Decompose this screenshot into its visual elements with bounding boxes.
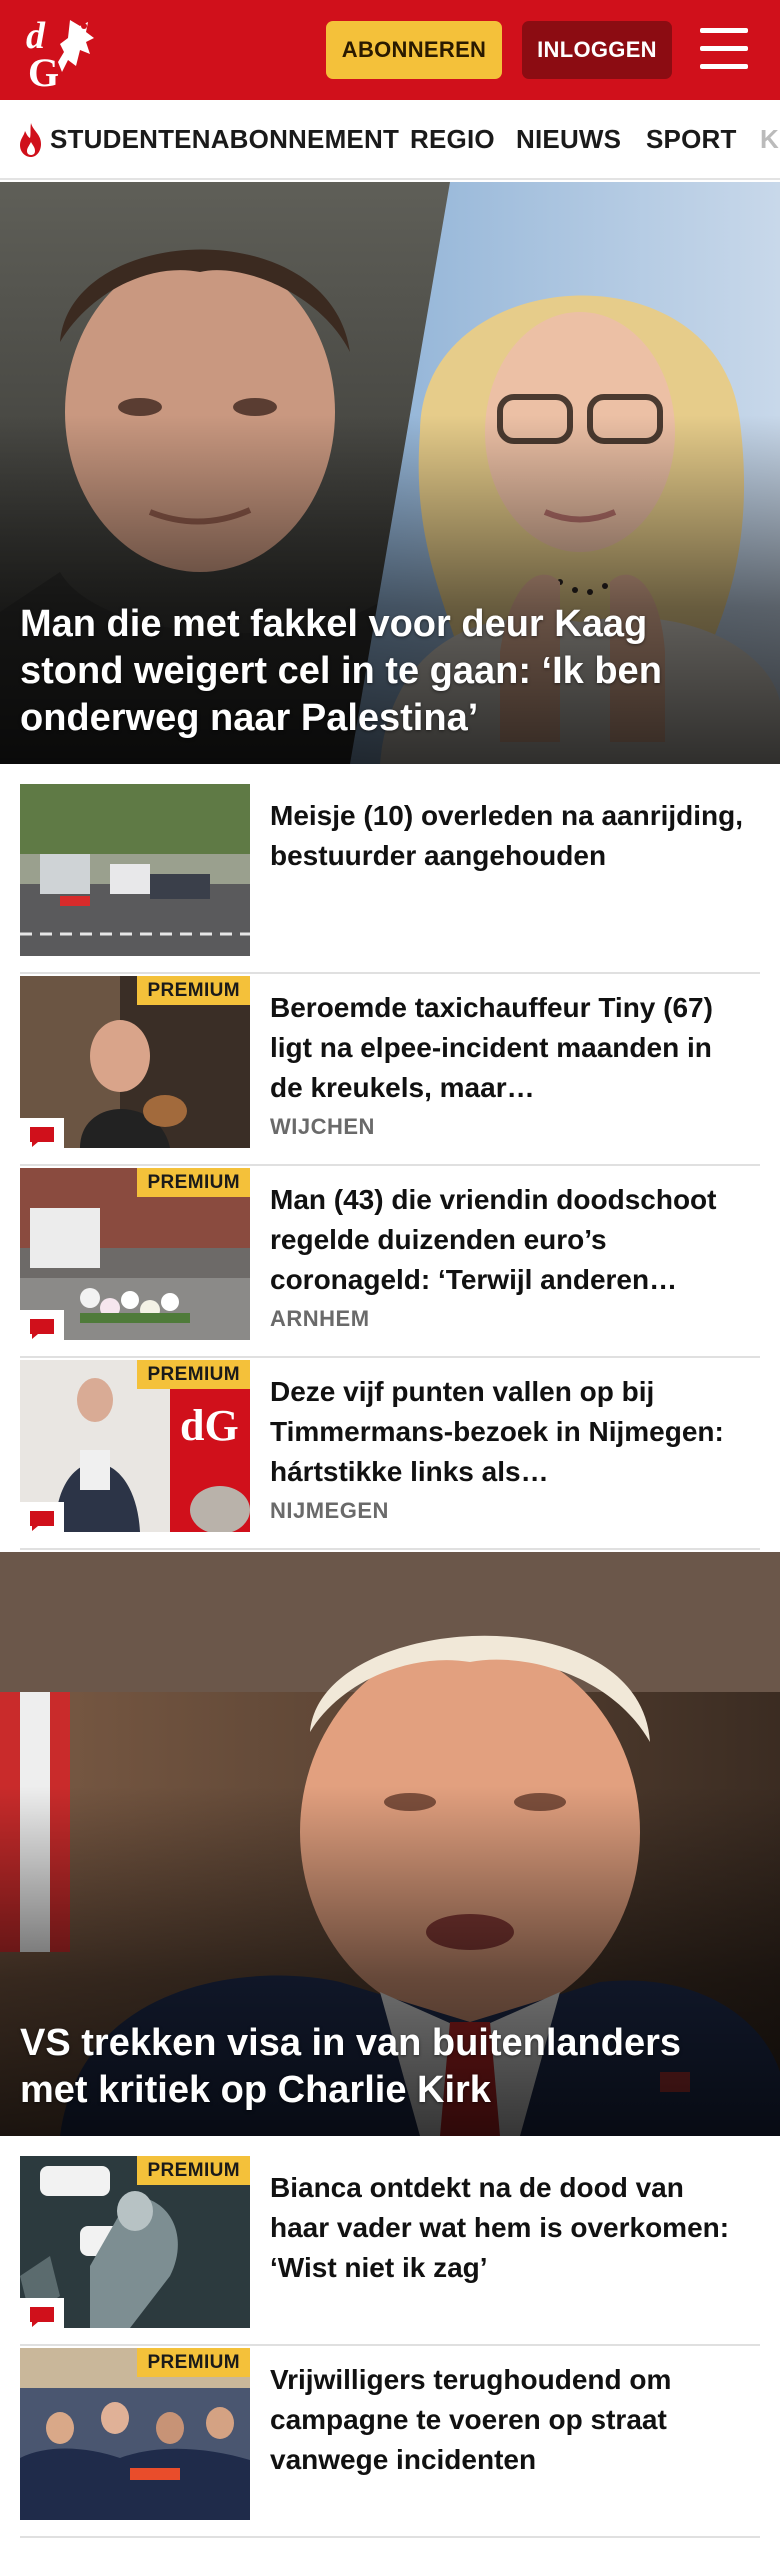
nav-item-nieuws[interactable]: NIEUWS <box>516 100 621 178</box>
article-thumbnail: dG PREMIUM <box>20 1360 250 1532</box>
premium-badge: PREMIUM <box>137 1168 250 1197</box>
login-button[interactable]: INLOGGEN <box>522 21 672 79</box>
article-thumbnail: PREMIUM <box>20 2348 250 2520</box>
comment-badge <box>20 1502 64 1532</box>
comment-icon <box>30 1511 54 1531</box>
svg-text:dG: dG <box>180 1401 239 1450</box>
hero-headline[interactable]: Man die met fakkel voor deur Kaag stond … <box>20 601 740 742</box>
comment-icon <box>30 2307 54 2327</box>
premium-badge: PREMIUM <box>137 2348 250 2377</box>
article-thumbnail: PREMIUM <box>20 2156 250 2328</box>
nav-item-sport[interactable]: SPORT <box>646 100 737 178</box>
nav-item-partial[interactable]: K <box>760 100 779 178</box>
list-item[interactable]: dG PREMIUM Deze vijf punten vallen op bi… <box>20 1360 760 1550</box>
comment-icon <box>30 1127 54 1147</box>
nav-item-studentenabonnement[interactable]: STUDENTENABONNEMENT <box>50 100 399 178</box>
premium-badge: PREMIUM <box>137 1360 250 1389</box>
article-headline[interactable]: Beroemde taxichauffeur Tiny (67) ligt na… <box>270 988 750 1108</box>
article-headline[interactable]: Vrijwilligers terughoudend om campagne t… <box>270 2360 750 2480</box>
site-logo[interactable]: d G <box>22 12 122 95</box>
list-item[interactable]: Meisje (10) overleden na aanrijding, bes… <box>20 784 760 974</box>
comment-badge <box>20 1310 64 1340</box>
article-region: ARNHEM <box>270 1306 370 1331</box>
section-nav: STUDENTENABONNEMENT REGIO NIEUWS SPORT K <box>0 100 780 180</box>
article-thumbnail: PREMIUM <box>20 1168 250 1340</box>
article-headline[interactable]: Meisje (10) overleden na aanrijding, bes… <box>270 796 750 876</box>
article-region: WIJCHEN <box>270 1114 375 1139</box>
list-item[interactable]: PREMIUM Man (43) die vriendin doodschoot… <box>20 1168 760 1358</box>
hero-article[interactable]: VS trekken visa in van buitenlanders met… <box>0 1552 780 2136</box>
comment-badge <box>20 2298 64 2328</box>
svg-text:G: G <box>28 50 59 92</box>
hero-article[interactable]: Man die met fakkel voor deur Kaag stond … <box>0 182 780 764</box>
comment-icon <box>30 1319 54 1339</box>
hamburger-icon[interactable] <box>698 26 750 72</box>
flame-icon <box>20 123 41 157</box>
list-item[interactable]: PREMIUM Bianca ontdekt na de dood van ha… <box>20 2156 760 2346</box>
hero-headline[interactable]: VS trekken visa in van buitenlanders met… <box>20 2020 740 2114</box>
article-thumbnail <box>20 784 250 956</box>
subscribe-button[interactable]: ABONNEREN <box>326 21 502 79</box>
logo-mark-icon: d G <box>26 15 94 95</box>
article-headline[interactable]: Man (43) die vriendin doodschoot regelde… <box>270 1180 750 1300</box>
list-item[interactable]: PREMIUM Beroemde taxichauffeur Tiny (67)… <box>20 976 760 1166</box>
nav-item-regio[interactable]: REGIO <box>410 100 495 178</box>
top-header: d G ABONNEREN INLOGGEN <box>0 0 780 100</box>
article-headline[interactable]: Deze vijf punten vallen op bij Timmerman… <box>270 1372 750 1492</box>
article-headline[interactable]: Bianca ontdekt na de dood van haar vader… <box>270 2168 750 2288</box>
list-item[interactable]: PREMIUM Vrijwilligers terughoudend om ca… <box>20 2348 760 2538</box>
premium-badge: PREMIUM <box>137 2156 250 2185</box>
article-region: NIJMEGEN <box>270 1498 389 1523</box>
premium-badge: PREMIUM <box>137 976 250 1005</box>
comment-badge <box>20 1118 64 1148</box>
article-thumbnail: PREMIUM <box>20 976 250 1148</box>
